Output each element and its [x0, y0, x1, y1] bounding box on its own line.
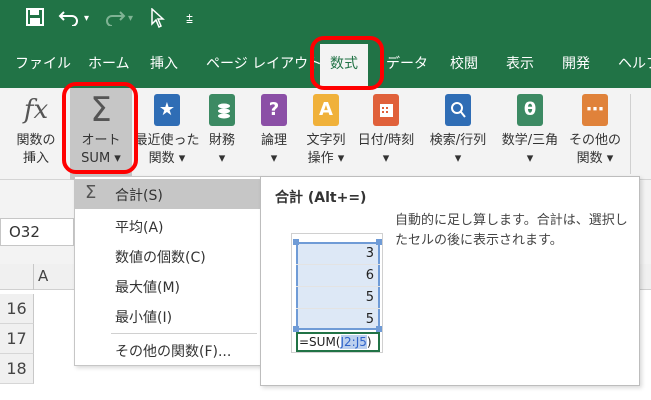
star-book-icon: ★ — [154, 94, 180, 126]
more-book-icon: ⋯ — [582, 94, 608, 126]
menu-item-min[interactable]: 最小値(I) — [75, 301, 261, 331]
question-book-icon: ? — [261, 94, 287, 126]
row-header[interactable]: 16 — [0, 294, 34, 324]
autosum-menu: Σ 合計(S) 平均(A) 数値の個数(C) 最大値(M) 最小値(I) その他… — [74, 176, 262, 366]
calendar-book-icon — [373, 94, 399, 126]
tab-developer[interactable]: 開発 — [562, 53, 590, 73]
row-header[interactable]: 18 — [0, 354, 34, 384]
redo-icon — [104, 8, 126, 32]
magnifier-book-icon — [445, 94, 471, 126]
financial-button[interactable]: 財務 ▾ — [200, 88, 244, 180]
tooltip-description: 自動的に足し算します。合計は、選択したセルの後に表示されます。 — [395, 213, 628, 248]
example-cell: 3 — [296, 243, 380, 265]
tooltip-example-sheet: 3 6 5 5 =SUM(J2:J5) — [291, 233, 383, 353]
coins-book-icon — [209, 94, 235, 126]
insert-function-button[interactable]: fx 関数の 挿入 — [8, 88, 64, 180]
menu-item-max[interactable]: 最大値(M) — [75, 271, 261, 301]
title-bar: ▾ ▾ ⩲ — [0, 0, 651, 40]
highlight-formulas-tab — [310, 36, 384, 90]
redo-dropdown-icon: ▾ — [128, 13, 134, 24]
tab-file[interactable]: ファイル — [15, 53, 71, 73]
sum-tooltip: 合計 (Alt+=) 自動的に足し算します。合計は、選択したセルの後に表示されま… — [260, 176, 640, 386]
tab-insert[interactable]: 挿入 — [150, 53, 178, 73]
menu-separator — [111, 333, 257, 334]
menu-item-sum[interactable]: Σ 合計(S) — [75, 179, 261, 209]
more-functions-button[interactable]: ⋯ その他の 関数 ▾ — [566, 88, 624, 180]
menu-item-more-functions[interactable]: その他の関数(F)... — [75, 335, 261, 365]
name-box[interactable]: O32 — [0, 218, 74, 246]
date-time-button[interactable]: 日付/時刻 ▾ — [352, 88, 420, 180]
recent-functions-button[interactable]: ★ 最近使った 関数 ▾ — [134, 88, 200, 180]
tab-home[interactable]: ホーム — [88, 53, 130, 73]
highlight-autosum — [62, 82, 138, 174]
menu-item-count[interactable]: 数値の個数(C) — [75, 241, 261, 271]
logical-button[interactable]: ? 論理 ▾ — [252, 88, 296, 180]
example-formula: =SUM(J2:J5) — [296, 332, 380, 352]
example-cell: 5 — [365, 312, 374, 327]
tab-data[interactable]: データ — [386, 53, 428, 73]
customize-icon[interactable]: ⩲ — [186, 8, 193, 30]
math-trig-button[interactable]: θ 数学/三角 ▾ — [494, 88, 566, 180]
undo-dropdown-icon[interactable]: ▾ — [84, 8, 89, 30]
theta-book-icon: θ — [517, 94, 543, 126]
tab-view[interactable]: 表示 — [506, 53, 534, 73]
fx-icon: fx — [23, 95, 49, 125]
sigma-icon: Σ — [85, 182, 97, 203]
lookup-button[interactable]: 検索/行列 ▾ — [422, 88, 494, 180]
example-cell: 5 — [296, 287, 380, 309]
save-icon[interactable] — [26, 8, 44, 32]
column-header-a[interactable]: A — [38, 267, 48, 285]
tab-review[interactable]: 校閲 — [450, 53, 478, 73]
row-header[interactable]: 17 — [0, 324, 34, 354]
ribbon-divider — [630, 94, 631, 174]
undo-icon[interactable] — [58, 8, 80, 32]
text-book-icon: A — [313, 94, 339, 126]
example-cell: 6 — [296, 265, 380, 287]
pointer-icon[interactable] — [150, 7, 166, 34]
tab-page-layout[interactable]: ページ レイアウト — [206, 53, 322, 73]
menu-item-average[interactable]: 平均(A) — [75, 211, 261, 241]
tooltip-title: 合計 (Alt+=) — [275, 190, 367, 206]
tab-help[interactable]: ヘルプ — [618, 53, 651, 73]
text-button[interactable]: A 文字列 操作 ▾ — [298, 88, 354, 180]
select-all-corner[interactable] — [0, 264, 34, 290]
